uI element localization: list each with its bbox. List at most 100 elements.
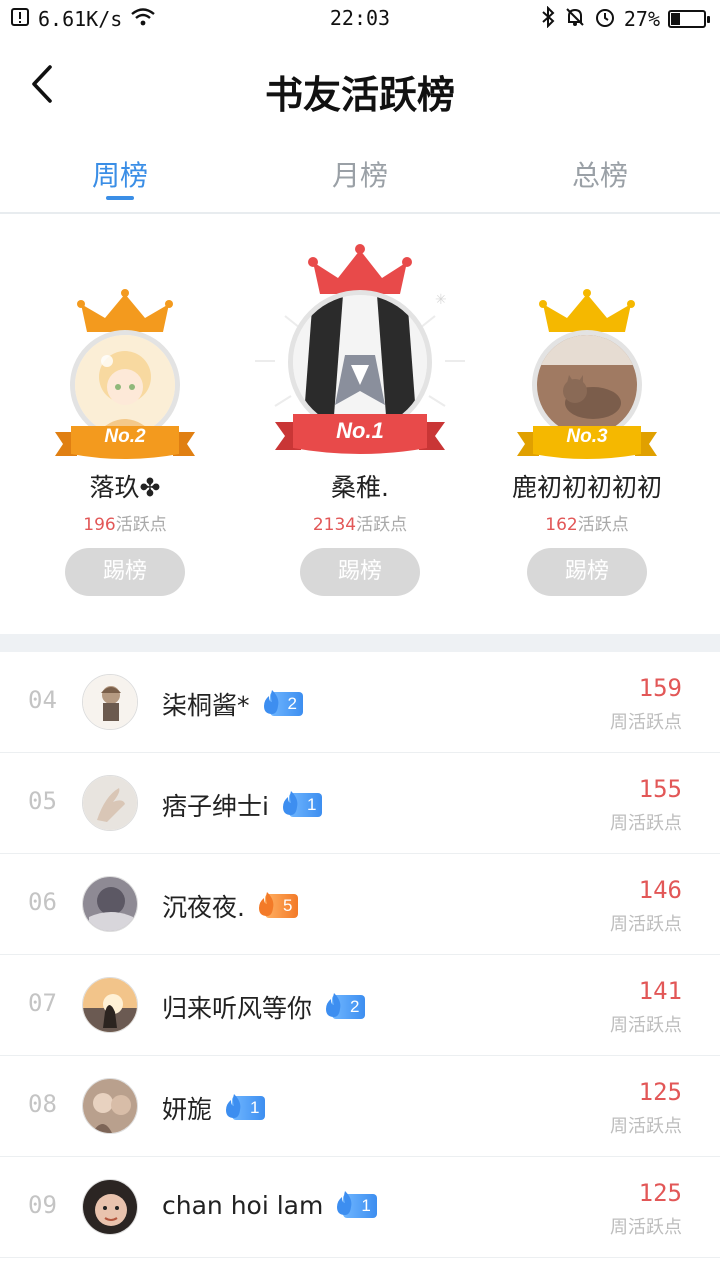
list-item[interactable]: 05 痞子绅士i 1 155 周活跃点 — [0, 753, 720, 854]
badge-level: 2 — [350, 997, 360, 1016]
list-item[interactable]: 06 沉夜夜. 5 146 周活跃点 — [0, 854, 720, 955]
flame-icon — [279, 789, 303, 822]
alarm-icon — [594, 6, 616, 33]
user-name: 痞子绅士i 1 — [162, 787, 323, 823]
user-name-text: 归来听风等你 — [162, 994, 313, 1023]
winner-points: 162活跃点 — [472, 510, 702, 535]
list-item[interactable]: 08 妍旎 1 125 周活跃点 — [0, 1056, 720, 1157]
user-name-text: 痞子绅士i — [162, 792, 269, 821]
badge-level: 1 — [306, 795, 317, 814]
wifi-icon — [130, 7, 156, 32]
rank-number: 06 — [28, 888, 57, 916]
fan-badge: 5 — [258, 891, 299, 918]
tab-total[interactable]: 总榜 — [480, 134, 720, 212]
user-name-text: 沉夜夜. — [162, 893, 245, 922]
rank-number: 08 — [28, 1090, 57, 1118]
fan-badge: 2 — [326, 992, 366, 1019]
points-value: 2134 — [312, 515, 357, 535]
badge-level: 2 — [287, 694, 297, 713]
points-value: 196 — [83, 515, 116, 535]
podium-third: No.3 鹿初初初初初 162活跃点 踢榜 — [472, 216, 702, 616]
flame-icon — [260, 688, 284, 721]
avatar[interactable] — [82, 775, 138, 831]
user-name-text: 柒桐酱* — [162, 691, 250, 720]
kick-button[interactable]: 踢榜 — [300, 548, 420, 596]
list-item[interactable]: 04 柒桐酱* 2 159 周活跃点 — [0, 652, 720, 753]
crown-icon — [539, 289, 635, 332]
score-label: 周活跃点 — [610, 1217, 682, 1238]
score-value: 159 — [638, 674, 682, 702]
avatar[interactable] — [82, 1179, 138, 1235]
points-suffix: 活跃点 — [115, 515, 167, 535]
svg-text:✳: ✳ — [435, 292, 447, 308]
rank-list: 04 柒桐酱* 2 159 周活跃点 05 痞子绅士i 1 155 周活跃点 0… — [0, 652, 720, 1258]
tab-weekly[interactable]: 周榜 — [0, 134, 240, 212]
user-name: 柒桐酱* 2 — [162, 686, 303, 722]
avatar[interactable] — [82, 674, 138, 730]
points-suffix: 活跃点 — [577, 515, 629, 535]
tab-monthly[interactable]: 月榜 — [240, 134, 480, 212]
avatar[interactable] — [82, 977, 138, 1033]
flame-icon — [222, 1092, 246, 1125]
list-item[interactable]: 09 chan hoi lam 1 125 周活跃点 — [0, 1157, 720, 1258]
tab-bar: 周榜 月榜 总榜 — [0, 134, 720, 214]
flame-icon — [333, 1189, 357, 1222]
flame-icon — [255, 890, 279, 923]
rank-label: No.2 — [104, 426, 146, 447]
bluetooth-icon — [540, 5, 556, 33]
section-divider — [0, 634, 720, 652]
score-label: 周活跃点 — [610, 712, 682, 733]
fan-badge: 1 — [282, 790, 323, 817]
status-bar: 6.61K/s 22:03 27% — [0, 0, 720, 38]
podium: No.2 落玖✤ 196活跃点 踢榜 ✳ No.1 桑稚. 2134活跃点 踢榜… — [0, 216, 720, 634]
score-value: 125 — [638, 1179, 682, 1207]
badge-level: 1 — [361, 1195, 371, 1215]
podium-second: No.2 落玖✤ 196活跃点 踢榜 — [10, 216, 240, 616]
winner-name: 桑稚. — [331, 473, 389, 502]
rank-number: 09 — [28, 1191, 57, 1219]
badge-level: 5 — [282, 896, 293, 915]
kick-button[interactable]: 踢榜 — [65, 548, 185, 596]
avatar[interactable] — [82, 876, 138, 932]
network-speed: 6.61K/s — [38, 7, 123, 31]
rank-label: No.3 — [566, 426, 608, 447]
flame-icon — [322, 991, 346, 1024]
user-name: chan hoi lam 1 — [162, 1191, 377, 1220]
battery-percent: 27% — [623, 7, 660, 31]
notification-icon — [10, 7, 30, 32]
user-name: 归来听风等你 2 — [162, 989, 366, 1025]
score-label: 周活跃点 — [610, 1015, 682, 1036]
avatar[interactable] — [82, 1078, 138, 1134]
winner-name: 落玖✤ — [89, 473, 161, 502]
crown-icon — [77, 289, 173, 332]
winner-points: 2134活跃点 — [245, 510, 475, 535]
score-value: 141 — [638, 977, 682, 1005]
score-value: 146 — [638, 876, 682, 904]
battery-icon — [668, 10, 710, 28]
user-name-text: chan hoi lam — [162, 1191, 324, 1220]
badge-level: 1 — [250, 1098, 260, 1117]
fan-badge: 1 — [337, 1191, 377, 1218]
score-label: 周活跃点 — [610, 914, 682, 935]
rank-number: 07 — [28, 989, 57, 1017]
kick-button[interactable]: 踢榜 — [527, 548, 647, 596]
user-name: 沉夜夜. 5 — [162, 888, 299, 924]
rank-label: No.1 — [336, 418, 384, 443]
mute-bell-icon — [564, 6, 586, 33]
points-suffix: 活跃点 — [356, 515, 408, 535]
user-name-text: 妍旎 — [162, 1095, 213, 1124]
user-name: 妍旎 1 — [162, 1090, 266, 1126]
score-label: 周活跃点 — [610, 813, 682, 834]
score-value: 125 — [638, 1078, 682, 1106]
rank-number: 05 — [28, 787, 57, 815]
header: 书友活跃榜 — [0, 38, 720, 134]
winner-name: 鹿初初初初初 — [511, 473, 662, 502]
points-value: 162 — [545, 515, 578, 535]
winner-points: 196活跃点 — [10, 510, 240, 535]
score-value: 155 — [638, 775, 682, 803]
page-title: 书友活跃榜 — [264, 73, 455, 117]
list-item[interactable]: 07 归来听风等你 2 141 周活跃点 — [0, 955, 720, 1056]
score-label: 周活跃点 — [610, 1116, 682, 1137]
podium-first: ✳ No.1 桑稚. 2134活跃点 踢榜 — [245, 216, 475, 616]
fan-badge: 2 — [263, 689, 303, 716]
